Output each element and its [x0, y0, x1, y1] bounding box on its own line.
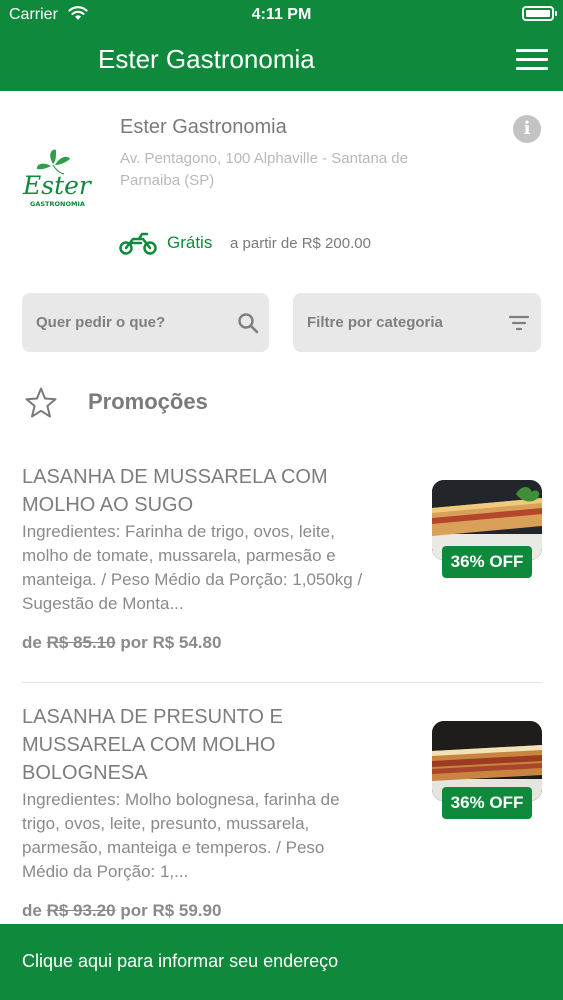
new-price: R$ 59.90 — [152, 901, 222, 920]
product-card[interactable]: LASANHA DE MUSSARELA COM MOLHO AO SUGO I… — [0, 463, 563, 673]
old-price: R$ 85.10 — [46, 633, 116, 652]
delivery-fee: Grátis — [167, 233, 213, 252]
app-header: Carrier 4:11 PM Ester Gastronomia — [0, 0, 563, 91]
svg-text:Ester: Ester — [22, 171, 93, 200]
discount-badge: 36% OFF — [442, 546, 532, 578]
info-icon[interactable]: i — [513, 115, 541, 143]
store-name: Ester Gastronomia — [120, 116, 287, 138]
product-price: de R$ 93.20 por R$ 59.90 — [22, 901, 222, 920]
product-card[interactable]: LASANHA DE PRESUNTO E MUSSARELA COM MOLH… — [0, 703, 563, 924]
svg-text:GASTRONOMIA: GASTRONOMIA — [30, 200, 85, 208]
filter-icon — [508, 315, 530, 331]
address-prompt-button[interactable]: Clique aqui para informar seu endereço — [0, 924, 563, 1000]
category-filter[interactable]: Filtre por categoria — [293, 293, 541, 352]
product-description: Ingredientes: Farinha de trigo, ovos, le… — [22, 522, 363, 613]
store-address: Av. Pentagono, 100 Alphaville - Santana … — [120, 150, 408, 189]
address-prompt-label: Clique aqui para informar seu endereço — [22, 951, 339, 971]
section-title: Promoções — [88, 389, 208, 414]
search-placeholder: Quer pedir o que? — [36, 314, 166, 331]
page-title: Ester Gastronomia — [98, 44, 315, 74]
discount-badge: 36% OFF — [442, 787, 532, 819]
new-price: R$ 54.80 — [152, 633, 222, 652]
minimum-order: a partir de R$ 200.00 — [230, 235, 371, 252]
divider — [22, 682, 542, 683]
product-name: LASANHA DE PRESUNTO E MUSSARELA COM MOLH… — [22, 706, 283, 784]
product-description: Ingredientes: Molho bolognesa, farinha d… — [22, 790, 340, 881]
filter-placeholder: Filtre por categoria — [307, 314, 443, 331]
search-icon — [238, 313, 259, 334]
battery-icon — [522, 6, 557, 21]
product-name: LASANHA DE MUSSARELA COM MOLHO AO SUGO — [22, 466, 328, 516]
search-input[interactable]: Quer pedir o que? — [22, 293, 269, 352]
clock: 4:11 PM — [251, 6, 312, 23]
star-icon — [25, 387, 57, 418]
old-price: R$ 93.20 — [46, 901, 116, 920]
status-bar: Carrier 4:11 PM — [0, 0, 563, 30]
motorcycle-icon — [119, 232, 157, 255]
hamburger-menu-icon[interactable] — [514, 46, 550, 74]
product-price: de R$ 85.10 por R$ 54.80 — [22, 633, 222, 652]
store-logo: Ester GASTRONOMIA — [22, 149, 93, 208]
